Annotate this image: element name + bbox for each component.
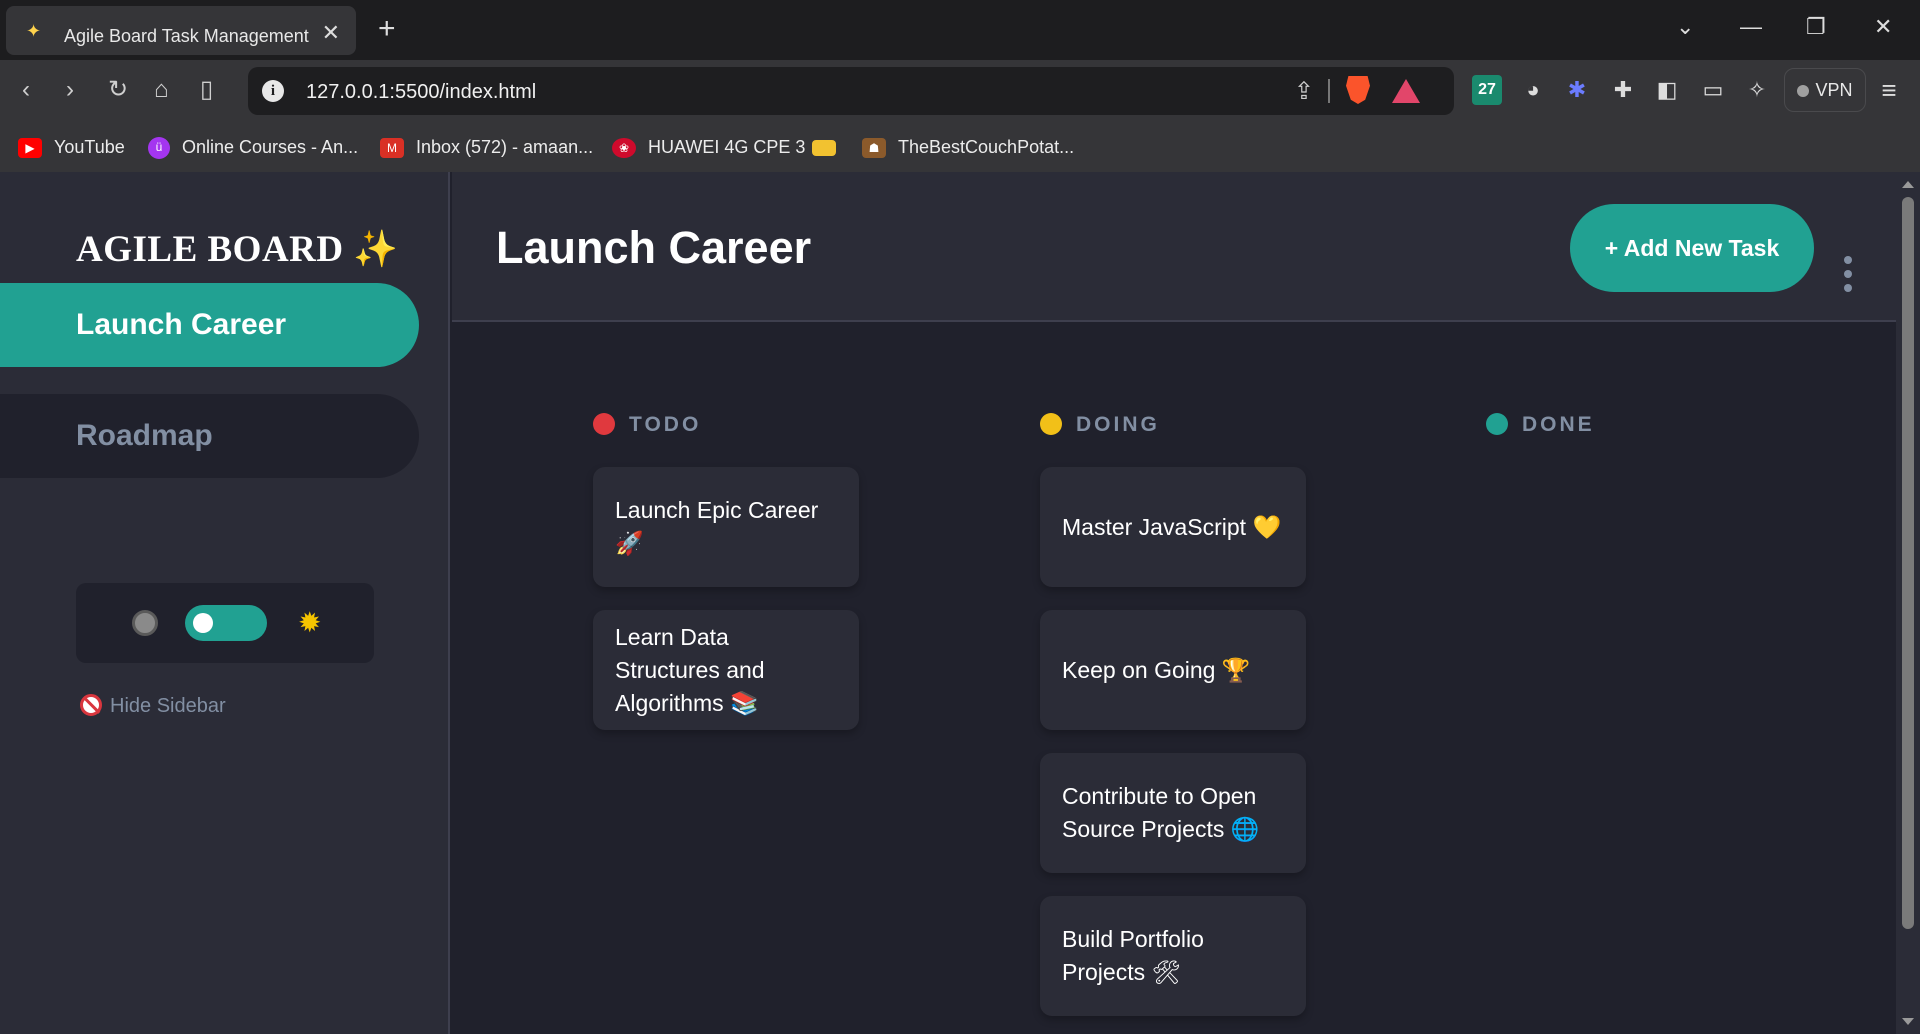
prohibited-icon (80, 694, 102, 716)
extension-27-icon[interactable]: 27 (1472, 75, 1502, 105)
vpn-button[interactable]: VPN (1784, 68, 1866, 112)
sidebar-toggle-icon[interactable]: ◧ (1652, 75, 1682, 105)
gmail-icon: M (380, 138, 404, 159)
switch-knob (193, 613, 213, 633)
status-dot (1486, 413, 1508, 435)
close-tab-icon[interactable]: ✕ (322, 20, 340, 46)
sparkles-icon: ✨ (353, 229, 399, 269)
scrollbar-thumb[interactable] (1902, 197, 1914, 929)
bookmark-icon[interactable]: ▯ (200, 76, 213, 104)
page-title: Launch Career (496, 222, 812, 273)
task-card[interactable]: Keep on Going 🏆 (1040, 610, 1306, 730)
column-title: DOING (1076, 413, 1160, 436)
brave-shields-icon[interactable] (1346, 76, 1370, 104)
task-card[interactable]: Learn Data Structures and Algorithms 📚 (593, 610, 859, 730)
bookmark-folder[interactable] (812, 134, 848, 160)
bookmark-online-courses[interactable]: ü Online Courses - An... (148, 134, 358, 160)
task-title: Build Portfolio Projects 🛠 (1062, 926, 1204, 985)
share-icon[interactable]: ⇪ (1294, 77, 1314, 106)
youtube-icon: ▶ (18, 138, 42, 159)
close-window-icon[interactable]: ✕ (1874, 14, 1892, 40)
column-title: DONE (1522, 413, 1595, 436)
vpn-status-icon (1797, 85, 1810, 97)
scroll-down-icon[interactable] (1902, 1018, 1914, 1025)
forward-icon[interactable]: › (66, 76, 74, 104)
site-info-icon[interactable]: i (262, 80, 284, 102)
app-logo: AGILE BOARD ✨ (76, 228, 399, 271)
bookmark-label: Inbox (572) - amaan... (416, 137, 594, 157)
task-card[interactable]: Build Portfolio Projects 🛠 (1040, 896, 1306, 1016)
board-item-launch-career[interactable]: Launch Career (0, 283, 419, 367)
brave-rewards-icon[interactable] (1392, 79, 1420, 103)
browser-tab[interactable]: ✦ Agile Board Task Management ✕ (6, 6, 356, 55)
back-icon[interactable]: ‹ (22, 76, 30, 104)
bookmark-label: Online Courses - An... (182, 137, 359, 157)
add-new-task-button[interactable]: + Add New Task (1570, 204, 1814, 292)
column-header: DOING (1040, 413, 1160, 437)
new-tab-icon[interactable]: + (378, 12, 396, 46)
leo-ai-icon[interactable]: ✧ (1742, 75, 1772, 105)
board-columns: TODO Launch Epic Career 🚀 Learn Data Str… (452, 324, 1896, 1034)
bookmark-label: YouTube (54, 137, 125, 157)
restore-icon[interactable]: ❐ (1806, 14, 1826, 40)
bookmark-label: TheBestCouchPotat... (898, 137, 1075, 157)
logo-text: AGILE BOARD (76, 229, 344, 270)
sidebar: AGILE BOARD ✨ Launch Career Roadmap ✹ Hi… (0, 172, 450, 1034)
address-bar[interactable]: i 127.0.0.1:5500/index.html ⇪ (248, 67, 1454, 115)
udemy-icon: ü (148, 137, 170, 160)
extension-glasses-icon[interactable]: ◕ (1518, 75, 1548, 105)
extension-snowflake-icon[interactable]: ✱ (1562, 75, 1592, 105)
separator (1328, 79, 1330, 103)
menu-icon[interactable]: ≡ (1874, 75, 1904, 105)
bookmark-inbox[interactable]: M Inbox (572) - amaan... (380, 134, 593, 160)
task-title: Contribute to Open Source Projects 🌐 (1062, 783, 1260, 842)
page-scrollbar[interactable] (1896, 172, 1920, 1034)
status-dot (593, 413, 615, 435)
theme-toggle: ✹ (76, 583, 374, 663)
chevron-down-icon[interactable]: ⌄ (1676, 14, 1694, 40)
status-dot (1040, 413, 1062, 435)
column-header: TODO (593, 413, 701, 437)
app-root: AGILE BOARD ✨ Launch Career Roadmap ✹ Hi… (0, 172, 1920, 1034)
bookmark-label: HUAWEI 4G CPE 3 (648, 137, 806, 157)
task-title: Keep on Going 🏆 (1062, 656, 1251, 683)
board-item-roadmap[interactable]: Roadmap (0, 394, 419, 478)
dark-mode-icon (132, 610, 158, 636)
browser-tab-bar: ✦ Agile Board Task Management ✕ + ⌄ — ❐ … (0, 0, 1920, 60)
huawei-icon: ❀ (612, 138, 636, 159)
sparkles-icon: ✦ (26, 21, 42, 41)
hide-sidebar-label: Hide Sidebar (110, 695, 226, 717)
url-text[interactable]: 127.0.0.1:5500/index.html (306, 81, 536, 104)
bookmark-huawei[interactable]: ❀ HUAWEI 4G CPE 3 (612, 134, 805, 160)
bookmark-couch-potato[interactable]: ☗ TheBestCouchPotat... (862, 134, 1074, 160)
light-mode-icon: ✹ (298, 607, 322, 638)
scroll-up-icon[interactable] (1902, 181, 1914, 188)
vpn-label: VPN (1815, 80, 1853, 100)
task-card[interactable]: Master JavaScript 💛 (1040, 467, 1306, 587)
site-icon: ☗ (862, 138, 886, 159)
task-card[interactable]: Launch Epic Career 🚀 (593, 467, 859, 587)
wallet-icon[interactable]: ▭ (1698, 75, 1728, 105)
extensions-puzzle-icon[interactable]: ✚ (1608, 75, 1638, 105)
column-header: DONE (1486, 413, 1595, 437)
home-icon[interactable]: ⌂ (154, 76, 169, 104)
theme-switch[interactable] (185, 605, 267, 641)
hide-sidebar-button[interactable]: Hide Sidebar (80, 694, 226, 718)
task-title: Launch Epic Career 🚀 (615, 497, 819, 556)
tab-title: Agile Board Task Management (64, 26, 309, 46)
minimize-icon[interactable]: — (1740, 14, 1762, 40)
folder-icon (812, 140, 836, 157)
column-title: TODO (629, 413, 702, 436)
more-options-icon[interactable] (1844, 256, 1852, 292)
bookmark-youtube[interactable]: ▶ YouTube (18, 134, 125, 160)
task-card[interactable]: Contribute to Open Source Projects 🌐 (1040, 753, 1306, 873)
task-title: Learn Data Structures and Algorithms 📚 (615, 623, 765, 716)
reload-icon[interactable]: ↻ (108, 76, 128, 104)
board-header: Launch Career + Add New Task (452, 172, 1896, 322)
bookmarks-bar: ▶ YouTube ü Online Courses - An... M Inbox … (0, 122, 1920, 172)
browser-nav-bar: ‹ › ↻ ⌂ ▯ i 127.0.0.1:5500/index.html ⇪ … (0, 60, 1920, 122)
task-title: Master JavaScript 💛 (1062, 513, 1282, 540)
